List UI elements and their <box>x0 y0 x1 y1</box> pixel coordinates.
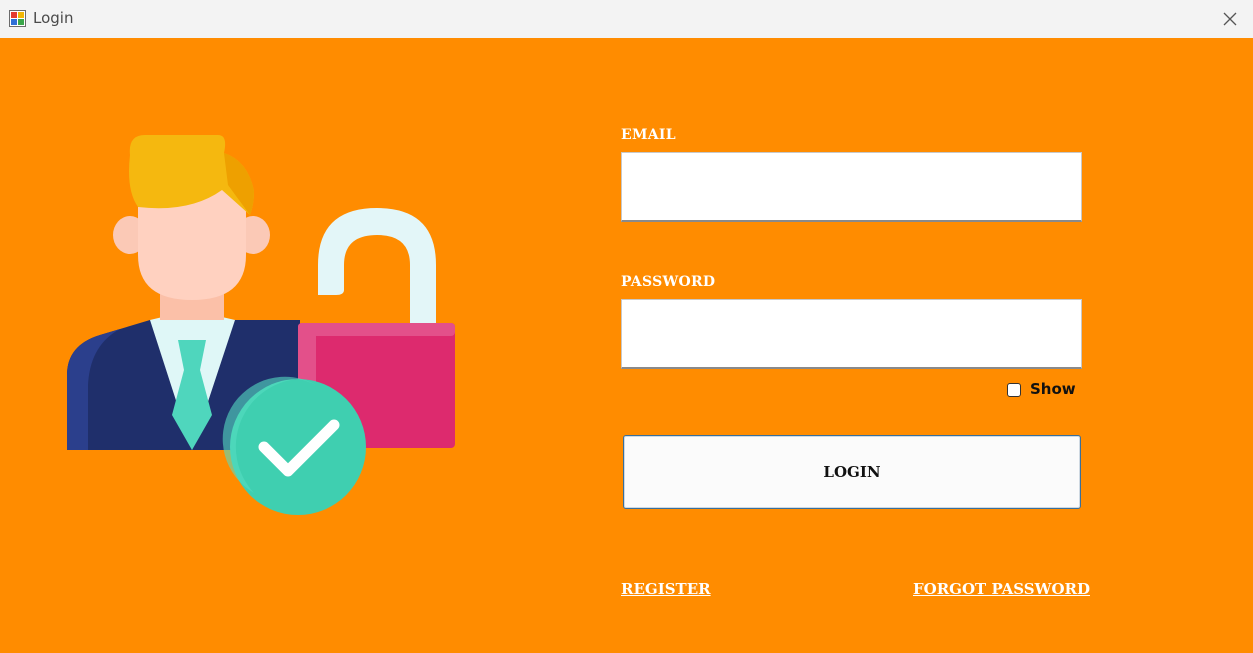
user-unlock-illustration <box>67 135 455 515</box>
email-label: EMAIL <box>621 127 676 143</box>
email-field[interactable] <box>621 152 1082 222</box>
password-field[interactable] <box>621 299 1082 369</box>
close-icon <box>1223 12 1237 26</box>
close-button[interactable] <box>1207 0 1253 38</box>
window-title: Login <box>33 9 74 27</box>
title-bar: Login <box>0 0 1253 38</box>
show-password-checkbox[interactable] <box>1007 383 1021 397</box>
lock-shackle <box>318 208 436 335</box>
password-label: PASSWORD <box>621 274 716 290</box>
app-window-icon <box>9 10 26 27</box>
login-button[interactable]: LOGIN <box>623 435 1081 509</box>
forgot-password-link[interactable]: FORGOT PASSWORD <box>913 580 1090 598</box>
register-link[interactable]: REGISTER <box>621 580 711 598</box>
show-password-label[interactable]: Show <box>1030 380 1076 398</box>
